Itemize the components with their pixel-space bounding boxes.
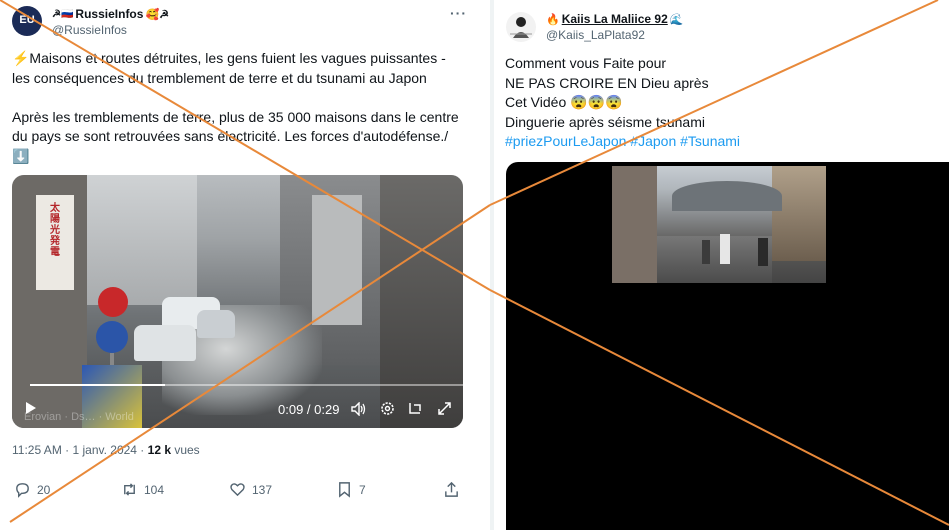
tweet-timestamp[interactable]: 11:25 AM · 1 janv. 2024 · — [12, 443, 148, 457]
fullscreen-icon[interactable] — [437, 401, 452, 419]
avatar[interactable] — [506, 12, 536, 42]
tweet-text-line: ⚡Maisons et routes détruites, les gens f… — [12, 50, 446, 66]
author-name-row[interactable]: 🔥 Kaiis La Maliice 92 🌊 — [546, 12, 683, 26]
video-watermark: Erovian · Ds… · World — [24, 411, 134, 423]
avatar-label: EU — [19, 14, 35, 26]
play-icon[interactable] — [25, 401, 37, 418]
more-options-icon[interactable]: ··· — [450, 5, 467, 21]
avatar-figure-icon — [510, 17, 532, 38]
like-button[interactable]: 137 — [229, 481, 272, 498]
author-name[interactable]: RussieInfos — [75, 7, 143, 21]
building — [380, 175, 463, 428]
building — [772, 166, 826, 261]
tweet-text-line: NE PAS CROIRE EN Dieu après — [505, 74, 709, 91]
avatar[interactable]: EU — [12, 6, 42, 36]
tweet-text-line: Cet Vidéo 😨😨😨 — [505, 94, 623, 110]
car — [134, 325, 196, 361]
heart-icon — [230, 483, 245, 497]
bookmark-count: 7 — [359, 482, 366, 497]
road-sign — [96, 321, 128, 353]
views-count: 12 k — [147, 443, 171, 457]
author-handle[interactable]: @RussieInfos — [52, 23, 127, 37]
tweet-text-line: Dinguerie après séisme tsunami — [505, 113, 705, 130]
street — [657, 236, 772, 283]
repost-count: 104 — [144, 482, 165, 497]
tweet-text-line: Après les tremblements de terre, plus de… — [12, 108, 459, 125]
author-handle[interactable]: @Kaiis_LaPlata92 — [546, 28, 645, 42]
wave-emoji-icon: 🌊 — [669, 13, 684, 26]
repost-button[interactable]: 104 — [121, 481, 164, 498]
views-label: vues — [171, 443, 200, 457]
tweet-text: ⚡Maisons et routes détruites, les gens f… — [12, 49, 459, 166]
tweet-text-line: les conséquences du tremblement de terre… — [12, 69, 427, 86]
video-progress-fill — [30, 384, 166, 386]
flag-emoji-icon: ☭🇷🇺 — [52, 8, 74, 20]
tweet-meta: 11:25 AM · 1 janv. 2024 · 12 k vues — [12, 443, 200, 457]
sign-text: 太陽光発電 — [50, 203, 60, 258]
tweet-text-line: du pays se sont retrouvées sans électric… — [12, 128, 449, 144]
author-name-row[interactable]: ☭🇷🇺 RussieInfos 🥰☭ — [52, 7, 169, 21]
person — [702, 240, 710, 264]
tweet-text-line: Comment vous Faite pour — [505, 55, 667, 71]
emoji-icon: 🥰☭ — [145, 8, 169, 21]
right-tweet[interactable]: 🔥 Kaiis La Maliice 92 🌊 @Kaiis_LaPlata92… — [494, 0, 949, 530]
volume-icon[interactable] — [351, 401, 367, 419]
fire-emoji-icon: 🔥 — [546, 13, 560, 26]
video-progress-bar[interactable] — [30, 384, 463, 386]
stop-sign — [98, 287, 128, 317]
bookmark-icon — [339, 482, 350, 498]
reply-button[interactable]: 20 — [14, 481, 50, 498]
hashtags[interactable]: #priezPourLeJapon #Japon #Tsunami — [505, 132, 740, 152]
settings-icon[interactable] — [380, 401, 395, 419]
left-tweet[interactable]: EU ☭🇷🇺 RussieInfos 🥰☭ @RussieInfos ··· ⚡… — [0, 0, 490, 530]
car — [197, 310, 235, 338]
share-icon — [445, 481, 458, 497]
video-time: 0:09 / 0:29 — [278, 402, 340, 417]
reply-icon — [16, 483, 29, 498]
author-name[interactable]: Kaiis La Maliice 92 — [562, 12, 668, 26]
person — [720, 234, 730, 264]
building — [612, 166, 657, 283]
building — [87, 175, 197, 305]
share-button[interactable] — [443, 481, 460, 498]
tweet-video[interactable]: 太陽光発電 Erovian · Ds… · World 0:09 / 0:29 — [12, 175, 463, 428]
person — [758, 238, 768, 266]
picture-in-picture-icon[interactable] — [408, 401, 423, 419]
reply-count: 20 — [37, 482, 51, 497]
hill — [672, 181, 782, 211]
like-count: 137 — [252, 482, 273, 497]
tweet-text: Comment vous Faite pour NE PAS CROIRE EN… — [505, 54, 740, 152]
tweet-text-line: ⬇️ — [12, 147, 30, 164]
bookmark-button[interactable]: 7 — [336, 481, 366, 498]
video-frame — [612, 166, 826, 283]
repost-icon — [124, 483, 135, 496]
